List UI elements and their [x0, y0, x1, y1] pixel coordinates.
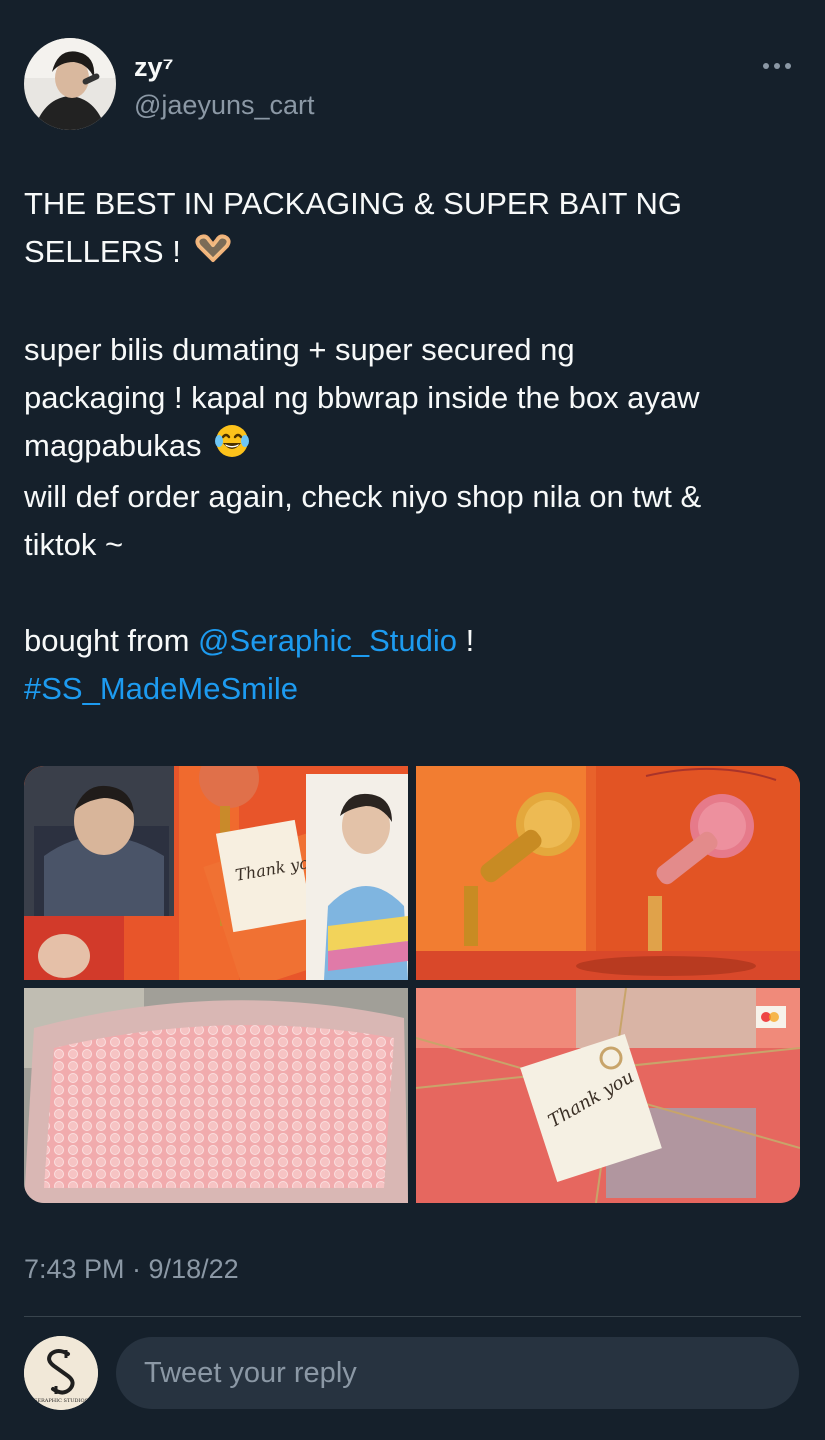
- bought-prefix: bought from: [24, 622, 199, 658]
- more-dot: [774, 63, 780, 69]
- media-photo-3[interactable]: [24, 988, 408, 1203]
- mention-link[interactable]: @Seraphic_Studio: [198, 623, 457, 658]
- hashtag-line: #SS_MadeMeSmile: [24, 665, 804, 713]
- more-dot: [763, 63, 769, 69]
- tweet-line-text: magpabukas: [24, 427, 202, 463]
- tweet-line: super bilis dumating + super secured ng: [24, 331, 575, 367]
- tweet-line: THE BEST IN PACKAGING & SUPER BAIT NG: [24, 186, 683, 221]
- reply-input[interactable]: [116, 1337, 799, 1409]
- tweet-header: zy⁷ @jaeyuns_cart: [24, 38, 801, 134]
- tweet-detail-page: zy⁷ @jaeyuns_cart THE BEST IN PACKAGING …: [0, 0, 825, 1440]
- media-photo-2[interactable]: [416, 766, 800, 980]
- author-handle[interactable]: @jaeyuns_cart: [134, 88, 315, 122]
- bought-from-line: bought from @Seraphic_Studio !: [24, 617, 804, 665]
- display-name[interactable]: zy⁷: [134, 52, 315, 82]
- tweet-timestamp[interactable]: 7:43 PM · 9/18/22: [24, 1254, 239, 1285]
- reply-avatar-brand: SERAPHIC STUDIOS: [34, 1398, 89, 1404]
- more-icon[interactable]: [757, 54, 797, 78]
- tweet-line: packaging ! kapal ng bbwrap inside the b…: [24, 379, 700, 415]
- tweet-line: will def order again, check niyo shop ni…: [24, 478, 702, 514]
- media-grid: Thank you Thank you: [24, 766, 800, 1203]
- more-dot: [785, 63, 791, 69]
- divider: [24, 1316, 801, 1317]
- author-info[interactable]: zy⁷ @jaeyuns_cart: [134, 52, 315, 122]
- media-photo-4[interactable]: Thank you: [416, 988, 800, 1203]
- hashtag-link[interactable]: #SS_MadeMeSmile: [24, 671, 298, 706]
- tweet-line: magpabukas: [24, 422, 804, 473]
- tweet-line: tiktok ~: [24, 526, 124, 562]
- reply-avatar[interactable]: SERAPHIC STUDIOS: [24, 1336, 98, 1410]
- tweet-line-text: SELLERS !: [24, 234, 181, 269]
- bought-suffix: !: [457, 622, 475, 658]
- tweet-text: THE BEST IN PACKAGING & SUPER BAIT NG SE…: [24, 180, 804, 713]
- tweet-line: SELLERS !: [24, 228, 804, 278]
- heart-hands-emoji-icon: [193, 230, 233, 278]
- reply-bar: SERAPHIC STUDIOS: [0, 1318, 825, 1440]
- tears-of-joy-emoji-icon: [214, 423, 250, 473]
- media-photo-1[interactable]: Thank you: [24, 766, 408, 980]
- author-avatar[interactable]: [24, 38, 116, 130]
